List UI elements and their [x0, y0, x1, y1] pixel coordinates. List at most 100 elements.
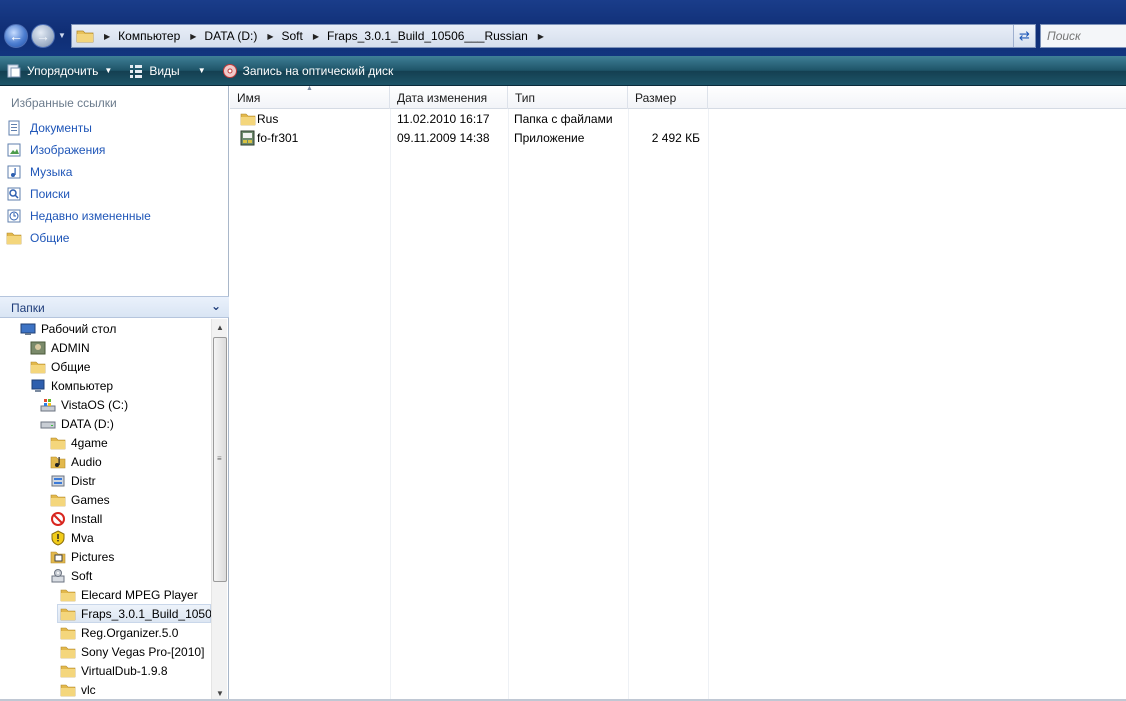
tree-item-computer[interactable]: Компьютер [30, 376, 113, 395]
warning-shield-icon [50, 529, 66, 546]
drive-icon [40, 416, 56, 432]
tree-item-label: Audio [71, 454, 102, 469]
scroll-up-icon[interactable]: ▲ [212, 319, 228, 335]
file-row-fo-fr301[interactable]: fo-fr301 09.11.2009 14:38 Приложение 2 4… [230, 129, 710, 148]
file-date: 09.11.2009 14:38 [397, 131, 490, 145]
tree-item-admin[interactable]: ADMIN [30, 338, 90, 357]
soft-folder-icon [50, 568, 66, 584]
views-icon [130, 64, 143, 78]
tree-item-label: Install [71, 511, 103, 526]
column-divider [708, 109, 709, 701]
searches-icon [6, 186, 22, 202]
address-box[interactable]: ▶ Компьютер ▶ DATA (D:) ▶ Soft ▶ Fraps_3… [71, 24, 1036, 48]
tree-item-label: DATA (D:) [61, 416, 114, 431]
tree-item-soft[interactable]: Soft [50, 566, 92, 585]
tree-item-vlc[interactable]: vlc [60, 680, 96, 699]
breadcrumb-fraps[interactable]: Fraps_3.0.1_Build_10506___Russian [327, 29, 528, 43]
tree-item-elecard[interactable]: Elecard MPEG Player [60, 585, 198, 604]
tree-item-mva[interactable]: Mva [50, 528, 94, 547]
chevron-right-icon[interactable]: ▶ [190, 32, 196, 41]
views-label: Виды [149, 63, 180, 78]
tree-item-virtualdub[interactable]: VirtualDub-1.9.8 [60, 661, 168, 680]
file-date: 11.02.2010 16:17 [397, 112, 490, 126]
tree-item-label: Mva [71, 530, 94, 545]
refresh-button[interactable]: ⇄ [1013, 25, 1035, 47]
column-header-name[interactable]: ▲ Имя [230, 85, 390, 109]
chevron-right-icon[interactable]: ▶ [104, 32, 110, 41]
computer-icon [30, 378, 46, 394]
refresh-icon: ⇄ [1019, 28, 1030, 43]
column-header-row: ▲ Имя Дата изменения Тип Размер [230, 85, 1126, 109]
chevron-down-icon[interactable]: ⌄ [211, 299, 221, 313]
tree-item-reg-organizer[interactable]: Reg.Organizer.5.0 [60, 623, 178, 642]
tree-item-label: VistaOS (C:) [61, 397, 129, 412]
chevron-right-icon[interactable]: ▶ [267, 32, 273, 41]
column-header-type[interactable]: Тип [508, 86, 628, 109]
column-header-size[interactable]: Размер [628, 86, 708, 109]
breadcrumb-soft[interactable]: Soft [281, 29, 302, 43]
music-folder-icon [50, 454, 66, 470]
folders-header[interactable]: Папки ⌄ [0, 296, 229, 318]
tree-item-vistaos[interactable]: VistaOS (C:) [40, 395, 128, 414]
user-folder-icon [30, 340, 46, 356]
tree-item-label: Elecard MPEG Player [81, 587, 198, 602]
organize-icon [7, 64, 21, 77]
tree-item-label: Sony Vegas Pro-[2010] [81, 644, 205, 659]
folder-icon [6, 230, 22, 246]
back-button[interactable]: ← [4, 24, 28, 48]
fav-item-music[interactable]: Музыка [6, 164, 72, 180]
tree-item-distr[interactable]: Distr [50, 471, 96, 490]
favorites-title: Избранные ссылки [11, 96, 117, 110]
arrow-left-icon: ← [9, 28, 23, 44]
application-icon [240, 130, 255, 146]
burn-disc-label: Запись на оптический диск [242, 63, 394, 78]
folder-icon [60, 587, 76, 603]
chevron-right-icon[interactable]: ▶ [538, 32, 544, 41]
tree-item-audio[interactable]: Audio [50, 452, 102, 471]
file-row-rus[interactable]: Rus 11.02.2010 16:17 Папка с файлами [230, 110, 710, 129]
tree-item-games[interactable]: Games [50, 490, 110, 509]
breadcrumb-computer[interactable]: Компьютер [118, 29, 180, 43]
tree-item-label: ADMIN [51, 340, 90, 355]
folder-icon [50, 492, 66, 508]
column-header-label: Дата изменения [397, 90, 488, 105]
file-size: 2 492 КБ [651, 131, 700, 145]
chevron-right-icon[interactable]: ▶ [313, 32, 319, 41]
tree-item-4game[interactable]: 4game [50, 433, 108, 452]
folder-tree-scrollbar[interactable]: ▲ ≡ ▼ [211, 319, 227, 701]
scrollbar-thumb[interactable]: ≡ [213, 337, 227, 582]
tree-item-public[interactable]: Общие [30, 357, 90, 376]
tree-item-fraps[interactable]: Fraps_3.0.1_Build_10506_ [57, 604, 211, 623]
file-type: Приложение [514, 131, 585, 145]
burn-disc-button[interactable]: Запись на оптический диск [216, 56, 400, 86]
tree-item-data-drive[interactable]: DATA (D:) [40, 414, 114, 433]
organize-button[interactable]: Упорядочить ▼ [0, 56, 118, 86]
search-input[interactable] [1047, 29, 1126, 43]
tree-item-label: vlc [81, 682, 96, 697]
fav-item-pictures[interactable]: Изображения [6, 142, 105, 158]
tree-item-desktop[interactable]: Рабочий стол [20, 319, 116, 338]
arrow-right-icon: → [36, 28, 50, 44]
tree-item-sony-vegas[interactable]: Sony Vegas Pro-[2010] [60, 642, 204, 661]
fav-item-recent[interactable]: Недавно измененные [6, 208, 151, 224]
blocked-icon [50, 511, 66, 527]
column-header-date[interactable]: Дата изменения [390, 86, 508, 109]
tree-item-pictures[interactable]: Pictures [50, 547, 114, 566]
breadcrumb-data-drive[interactable]: DATA (D:) [204, 29, 257, 43]
forward-button[interactable]: → [31, 24, 55, 48]
documents-icon [6, 120, 22, 136]
picture-folder-icon [50, 549, 66, 565]
folder-icon [60, 644, 76, 660]
views-button[interactable]: Виды ▼ [122, 56, 211, 86]
tree-item-install[interactable]: Install [50, 509, 102, 528]
column-header-label: Тип [515, 90, 536, 105]
folder-icon [60, 663, 76, 679]
folder-icon [76, 30, 94, 43]
fav-item-searches[interactable]: Поиски [6, 186, 70, 202]
fav-item-public[interactable]: Общие [6, 230, 69, 246]
search-box[interactable] [1040, 24, 1126, 48]
folder-icon [240, 113, 256, 126]
fav-item-documents[interactable]: Документы [6, 120, 92, 136]
recent-pages-dropdown[interactable]: ▼ [58, 31, 68, 41]
organize-label: Упорядочить [27, 63, 99, 78]
